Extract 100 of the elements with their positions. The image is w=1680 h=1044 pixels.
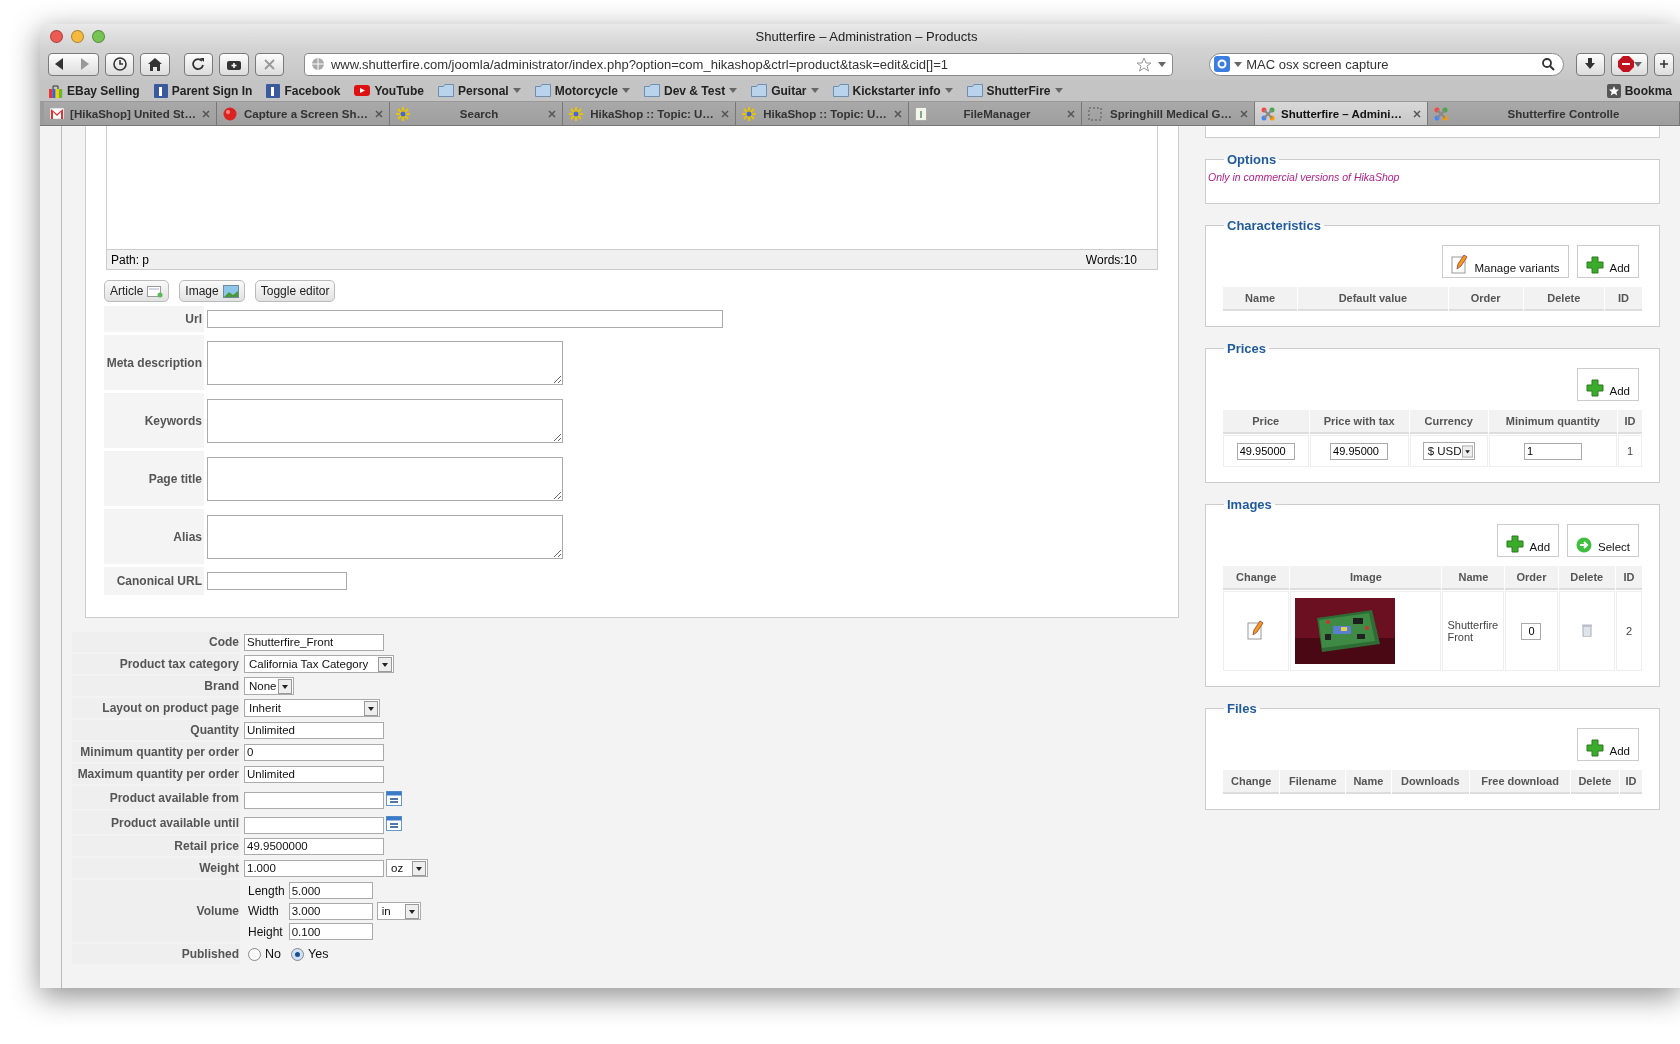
adblock-button[interactable]: [1611, 52, 1649, 76]
dimension-field[interactable]: 0.100: [288, 923, 373, 940]
url-field[interactable]: [207, 310, 723, 328]
panel-button[interactable]: Select: [1567, 524, 1639, 557]
clock-icon: [112, 57, 127, 71]
dropdown-field[interactable]: California Tax Category: [244, 655, 394, 673]
text-area[interactable]: [207, 456, 563, 501]
order-field[interactable]: 0: [1521, 622, 1542, 640]
browser-tab[interactable]: Shutterfire – Admini…: [1255, 102, 1428, 125]
unit-dropdown[interactable]: in: [376, 902, 421, 920]
star-icon[interactable]: [1136, 56, 1153, 72]
browser-tab[interactable]: Springhill Medical G…: [1082, 102, 1255, 125]
browser-tab[interactable]: FileManager: [909, 102, 1082, 125]
stop-button[interactable]: [254, 52, 284, 76]
radio-button[interactable]: [248, 947, 261, 961]
reload-button[interactable]: [183, 52, 214, 76]
folder-icon: [437, 84, 454, 97]
column-header: ID: [1618, 410, 1642, 434]
bookmark-item[interactable]: EBay Selling: [48, 83, 140, 98]
panel-button[interactable]: Add: [1496, 524, 1560, 557]
close-icon[interactable]: [1413, 109, 1421, 118]
dashed-square-icon: [1088, 106, 1102, 121]
table-cell: 2: [1615, 591, 1642, 671]
calendar-icon[interactable]: [386, 789, 402, 806]
dimension-field[interactable]: 5.000: [288, 882, 373, 899]
text-field[interactable]: 1.000: [244, 859, 384, 877]
arrow-circle-icon: [1576, 537, 1593, 553]
search-input[interactable]: MAC osx screen capture: [1246, 56, 1538, 72]
close-button[interactable]: [50, 29, 63, 43]
close-icon[interactable]: [1067, 109, 1075, 118]
quantity-field[interactable]: 1: [1523, 442, 1582, 460]
bookmark-item[interactable]: YouTube: [354, 83, 424, 98]
text-field[interactable]: [207, 572, 347, 590]
text-area[interactable]: [207, 514, 563, 559]
editor-button[interactable]: Toggle editor: [254, 280, 336, 302]
text-field[interactable]: 0: [244, 743, 384, 761]
zoom-button[interactable]: [92, 29, 105, 43]
bookmark-item[interactable]: Parent Sign In: [153, 83, 253, 98]
column-header: Change: [1223, 566, 1290, 590]
close-icon[interactable]: [548, 109, 556, 118]
search-bar[interactable]: MAC osx screen capture: [1209, 52, 1564, 76]
radio-option[interactable]: Yes: [291, 947, 329, 961]
radio-button[interactable]: [291, 947, 304, 961]
browser-tab[interactable]: HikaShop :: Topic: U…: [563, 102, 736, 125]
caret-icon: [512, 88, 521, 93]
reload-icon: [191, 57, 206, 71]
panel-button[interactable]: Add: [1576, 245, 1639, 278]
currency-dropdown[interactable]: $ USD: [1422, 442, 1475, 460]
bookmark-item[interactable]: Motorcycle: [534, 83, 630, 98]
text-area[interactable]: [207, 398, 563, 443]
browser-tab[interactable]: Shutterfire Controlle: [1428, 102, 1680, 125]
date-field[interactable]: [244, 792, 384, 809]
close-icon[interactable]: [1240, 109, 1248, 118]
address-bar[interactable]: www.shutterfire.com/joomla/administrator/index.php?option=com_hikashop&ctrl=product&task=edit&cid[]=1: [303, 52, 1174, 76]
caret-icon: [412, 860, 426, 876]
home-button[interactable]: [140, 52, 170, 76]
browser-tab[interactable]: HikaShop :: Topic: U…: [736, 102, 909, 125]
price-field[interactable]: 49.95000: [1330, 442, 1389, 460]
panel-button[interactable]: Manage variants: [1441, 245, 1569, 278]
browser-tab[interactable]: [HikaShop] United St…: [44, 102, 217, 125]
table-cell: 1: [1618, 435, 1642, 467]
close-icon[interactable]: [721, 109, 729, 118]
browser-tab[interactable]: Capture a Screen Sh…: [217, 102, 390, 125]
price-field[interactable]: 49.95000: [1236, 442, 1295, 460]
history-button[interactable]: [104, 52, 135, 76]
bookmark-item[interactable]: Facebook: [266, 83, 341, 98]
field-label: Page title: [104, 451, 204, 506]
text-field[interactable]: Unlimited: [244, 721, 384, 739]
close-icon[interactable]: [202, 109, 210, 118]
minimize-button[interactable]: [71, 29, 84, 43]
panel-button[interactable]: Add: [1576, 368, 1639, 401]
bookmark-item[interactable]: Dev & Test: [644, 83, 738, 98]
dimension-field[interactable]: 3.000: [288, 902, 373, 920]
toolbar-button[interactable]: [1654, 52, 1675, 76]
back-forward-button[interactable]: [48, 52, 99, 76]
dropdown-field[interactable]: None: [244, 677, 294, 695]
bookmark-item[interactable]: Kickstarter info: [832, 83, 953, 98]
close-icon[interactable]: [375, 109, 383, 118]
text-field[interactable]: 49.9500000: [244, 837, 384, 855]
radio-option[interactable]: No: [248, 947, 281, 961]
download-button[interactable]: [1575, 52, 1606, 76]
bookmark-item[interactable]: Personal: [437, 83, 521, 98]
text-field[interactable]: Unlimited: [244, 765, 384, 783]
text-area[interactable]: [207, 340, 563, 385]
date-field[interactable]: [244, 817, 384, 834]
panel-button[interactable]: Add: [1576, 728, 1639, 761]
capture-button[interactable]: [219, 52, 249, 76]
bookmark-item[interactable]: ShutterFire: [966, 83, 1063, 98]
unit-dropdown[interactable]: oz: [386, 859, 428, 877]
bookmarks-menu[interactable]: Bookma: [1606, 83, 1672, 98]
calendar-icon[interactable]: [386, 814, 402, 831]
close-icon[interactable]: [894, 109, 902, 118]
bookmark-item[interactable]: Guitar: [751, 83, 819, 98]
editor-button[interactable]: Image: [179, 280, 245, 302]
dropdown-field[interactable]: Inherit: [244, 699, 380, 717]
browser-tab[interactable]: Search: [390, 102, 563, 125]
column-header: ID: [1615, 566, 1642, 590]
text-field[interactable]: Shutterfire_Front: [244, 633, 384, 651]
editor-button[interactable]: Article: [104, 280, 170, 302]
trash-icon[interactable]: [1581, 623, 1592, 637]
